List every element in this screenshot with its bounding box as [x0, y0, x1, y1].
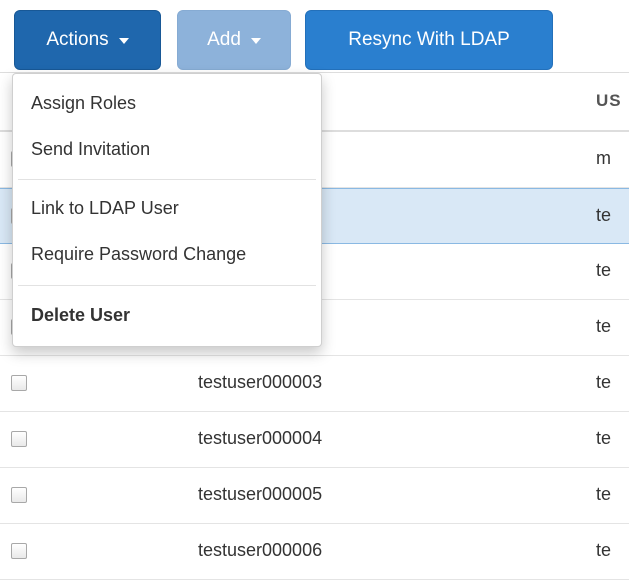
add-button[interactable]: Add: [177, 10, 291, 70]
table-row[interactable]: testuser000006 te: [0, 524, 629, 580]
menu-item-send-invitation[interactable]: Send Invitation: [13, 132, 321, 166]
row-checkbox[interactable]: [11, 431, 27, 447]
menu-item-assign-roles[interactable]: Assign Roles: [13, 86, 321, 120]
cell-username: te: [596, 316, 612, 336]
menu-divider: [18, 179, 316, 180]
column-header-username[interactable]: US: [596, 91, 622, 111]
menu-item-require-password-change[interactable]: Require Password Change: [13, 237, 321, 271]
actions-dropdown-menu: Assign Roles Send Invitation Link to LDA…: [12, 73, 322, 347]
cell-name: testuser000005: [198, 484, 323, 504]
actions-button-label: Actions: [46, 29, 109, 50]
actions-button[interactable]: Actions: [14, 10, 161, 70]
add-button-label: Add: [207, 29, 241, 50]
cell-username: m: [596, 148, 611, 168]
table-row[interactable]: testuser000005 te: [0, 468, 629, 524]
cell-username: te: [596, 540, 612, 560]
cell-username: te: [596, 260, 612, 280]
row-checkbox[interactable]: [11, 487, 27, 503]
menu-divider: [18, 285, 316, 286]
cell-name: testuser000003: [198, 372, 323, 392]
cell-username: te: [596, 428, 612, 448]
caret-down-icon: [250, 38, 261, 44]
menu-item-link-ldap-user[interactable]: Link to LDAP User: [13, 191, 321, 225]
row-checkbox[interactable]: [11, 375, 27, 391]
cell-name: testuser000006: [198, 540, 323, 560]
cell-username: te: [596, 205, 612, 225]
menu-item-delete-user[interactable]: Delete User: [13, 298, 321, 332]
caret-down-icon: [118, 38, 129, 44]
toolbar: Actions Add Resync With LDAP: [0, 0, 629, 72]
row-checkbox[interactable]: [11, 543, 27, 559]
cell-name: testuser000004: [198, 428, 323, 448]
resync-ldap-button[interactable]: Resync With LDAP: [305, 10, 553, 70]
cell-username: te: [596, 484, 612, 504]
cell-username: te: [596, 372, 612, 392]
table-row[interactable]: testuser000003 te: [0, 356, 629, 412]
resync-ldap-button-label: Resync With LDAP: [348, 29, 510, 50]
table-row[interactable]: testuser000004 te: [0, 412, 629, 468]
